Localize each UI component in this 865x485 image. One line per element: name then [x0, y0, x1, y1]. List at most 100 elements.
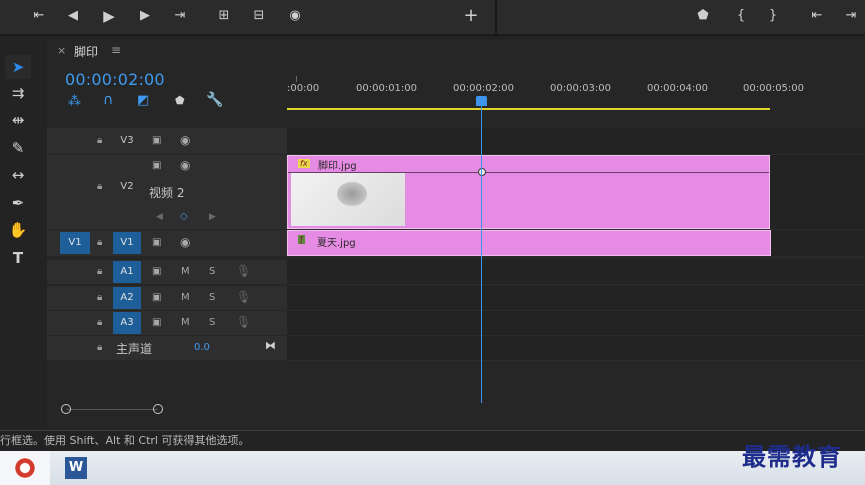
nest-toggle-icon[interactable]: ⁂ [68, 94, 81, 109]
track-label-v1[interactable]: V1 [113, 232, 141, 254]
lane-v3[interactable] [287, 128, 865, 155]
tab-sequence[interactable]: 脚印 [74, 43, 98, 60]
playhead-handle[interactable] [476, 96, 487, 106]
sync-lock-a3-icon[interactable]: ▣ [152, 317, 161, 328]
type-tool-icon[interactable]: T [5, 246, 31, 270]
voiceover-a3-icon[interactable]: 🎙︎ [236, 315, 251, 329]
opacity-rubber-band[interactable] [288, 172, 769, 173]
lane-master[interactable] [287, 336, 865, 361]
track-label-v3[interactable]: V3 [116, 130, 138, 152]
solo-a2-button[interactable]: S [209, 292, 215, 303]
taskbar-app-icon[interactable] [14, 457, 36, 479]
lock-v2-icon[interactable]: 🔒︎ [97, 181, 102, 192]
overwrite-icon[interactable]: ⊟ [248, 6, 270, 26]
playhead-line[interactable] [481, 98, 482, 403]
brand-watermark: 最需教育 [742, 442, 842, 471]
clip-v1[interactable]: ƒ 夏天.jpg [287, 230, 771, 256]
ruler-major-tick [296, 76, 297, 82]
lock-a3-icon[interactable]: 🔒︎ [97, 317, 102, 328]
ruler-label-4: 00:00:04:00 [647, 83, 709, 94]
keyframe-point[interactable] [478, 168, 486, 176]
go-to-in-icon[interactable]: ⇤ [806, 6, 828, 26]
eye-v3-icon[interactable]: ◉ [180, 133, 190, 147]
word-app-icon[interactable]: W [65, 457, 87, 479]
slip-tool-icon[interactable]: ↔ [5, 163, 31, 187]
thumbnail-cat-image [337, 182, 367, 206]
taskbar: W [0, 451, 865, 485]
pen-tool-icon[interactable]: ✒ [5, 191, 31, 215]
lock-v1-icon[interactable]: 🔒︎ [97, 237, 102, 248]
tab-bar: × 脚印 ≡ [47, 40, 865, 62]
lock-a2-icon[interactable]: 🔒︎ [97, 292, 102, 303]
clip-v2[interactable]: fx 脚印.jpg [287, 155, 770, 229]
track-label-v2[interactable]: V2 [116, 176, 138, 198]
solo-a3-button[interactable]: S [209, 317, 215, 328]
eye-v2-icon[interactable]: ◉ [180, 158, 190, 172]
track-select-tool-icon[interactable]: ⇉ [5, 81, 31, 105]
tab-menu-icon[interactable]: ≡ [111, 43, 121, 57]
work-area-bar[interactable] [287, 108, 770, 110]
lane-a2[interactable] [287, 286, 865, 311]
track-label-a1[interactable]: A1 [113, 261, 141, 283]
export-frame-icon[interactable]: ◉ [284, 6, 306, 26]
insert-icon[interactable]: ⊞ [213, 6, 235, 26]
master-track-label: 主声道 [116, 342, 153, 356]
sync-lock-v1-icon[interactable]: ▣ [152, 237, 161, 248]
keyframe-prev-icon[interactable]: ◀ [156, 212, 163, 222]
time-ruler[interactable] [287, 62, 865, 128]
razor-tool-icon[interactable]: ✎ [5, 136, 31, 160]
sync-lock-a2-icon[interactable]: ▣ [152, 292, 161, 303]
marker-icon[interactable]: ⬟ [692, 6, 714, 26]
tab-close-icon[interactable]: × [57, 44, 66, 57]
mark-in-icon[interactable]: ⇤ [28, 6, 50, 26]
track-label-a2[interactable]: A2 [113, 287, 141, 309]
mute-a2-button[interactable]: M [181, 292, 190, 303]
master-end-icon[interactable]: ⧓ [265, 339, 276, 352]
keyframe-next-icon[interactable]: ▶ [209, 212, 216, 222]
add-keyframe-icon[interactable]: ◇ [180, 211, 188, 222]
sync-lock-v3-icon[interactable]: ▣ [152, 135, 161, 146]
snap-icon[interactable]: ∩ [103, 92, 113, 108]
step-forward-icon[interactable]: ▶ [134, 6, 156, 26]
mute-a3-button[interactable]: M [181, 317, 190, 328]
mute-a1-button[interactable]: M [181, 266, 190, 277]
source-patch-v1[interactable]: V1 [60, 232, 90, 254]
hand-tool-icon[interactable]: ✋ [5, 218, 31, 242]
toolbar-divider [495, 0, 497, 34]
clip-v2-name: 脚印.jpg [318, 161, 357, 172]
add-button-icon[interactable]: + [460, 6, 482, 26]
playhead-timecode[interactable]: 00:00:02:00 [65, 70, 165, 89]
track-label-a3[interactable]: A3 [113, 312, 141, 334]
voiceover-a2-icon[interactable]: 🎙︎ [236, 290, 251, 304]
sync-lock-v2-icon[interactable]: ▣ [152, 160, 161, 171]
out-bracket-icon[interactable]: } [762, 6, 784, 26]
ruler-label-1: 00:00:01:00 [356, 83, 418, 94]
settings-wrench-icon[interactable]: 🔧 [206, 92, 223, 108]
go-to-out-icon[interactable]: ⇥ [840, 6, 862, 26]
zoom-handle-left[interactable] [61, 404, 71, 414]
status-text: 行框选。使用 Shift、Alt 和 Ctrl 可获得其他选项。 [0, 434, 250, 447]
add-marker-icon[interactable]: ⬟ [175, 94, 185, 107]
play-icon[interactable]: ▶ [98, 6, 120, 26]
solo-a1-button[interactable]: S [209, 266, 215, 277]
clip-v1-fx-icon: ƒ [298, 235, 305, 244]
voiceover-a1-icon[interactable]: 🎙︎ [236, 264, 251, 278]
linked-selection-icon[interactable]: ◩ [137, 93, 149, 108]
zoom-scroll-track [66, 409, 158, 410]
eye-v1-icon[interactable]: ◉ [180, 235, 190, 249]
ruler-label-2: 00:00:02:00 [453, 83, 515, 94]
master-volume-value[interactable]: 0.0 [194, 342, 210, 353]
lock-a1-icon[interactable]: 🔒︎ [97, 266, 102, 277]
step-back-icon[interactable]: ◀ [62, 6, 84, 26]
sync-lock-a1-icon[interactable]: ▣ [152, 266, 161, 277]
ripple-edit-tool-icon[interactable]: ⇹ [5, 108, 31, 132]
track-name-v2: 视频 2 [149, 186, 185, 200]
selection-tool-icon[interactable]: ➤ [5, 55, 31, 79]
mark-out-icon[interactable]: ⇥ [169, 6, 191, 26]
zoom-handle-right[interactable] [153, 404, 163, 414]
lock-v3-icon[interactable]: 🔒︎ [97, 135, 102, 146]
in-bracket-icon[interactable]: { [730, 6, 752, 26]
lane-a3[interactable] [287, 311, 865, 336]
lane-a1[interactable] [287, 260, 865, 285]
lock-master-icon[interactable]: 🔒︎ [97, 342, 102, 353]
